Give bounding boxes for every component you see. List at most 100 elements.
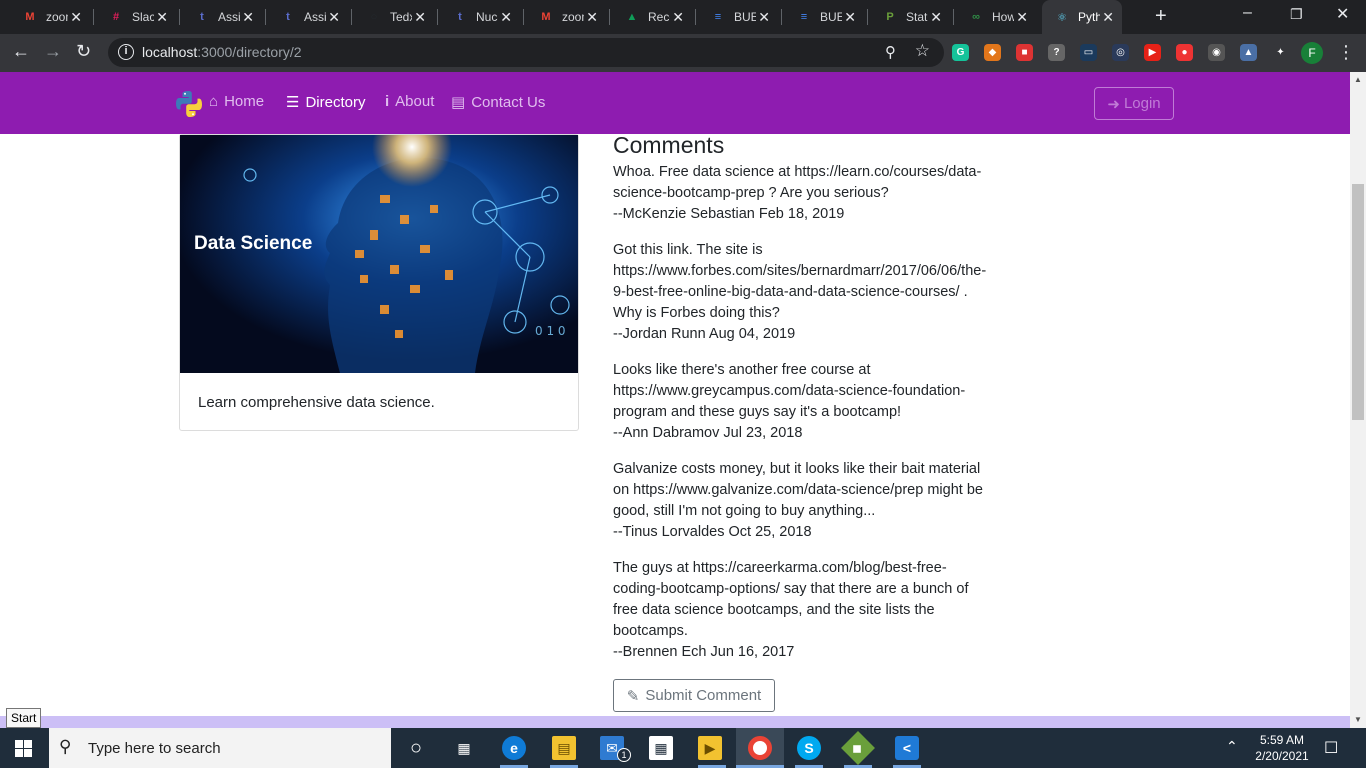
browser-tab[interactable]: ○ Tedx✕ xyxy=(354,0,434,34)
browser-tab[interactable]: Mzoom✕ xyxy=(10,0,90,34)
browser-tab[interactable]: Mzoom✕ xyxy=(526,0,606,34)
browser-tab[interactable]: t Assignment✕ xyxy=(268,0,348,34)
forward-button[interactable]: → xyxy=(44,41,62,62)
tab-close-icon[interactable]: ✕ xyxy=(758,9,770,26)
browser-tab[interactable]: ▲ Recent✕ xyxy=(612,0,692,34)
bookmark-star-icon[interactable]: ☆ xyxy=(915,41,930,61)
tab-close-icon[interactable]: ✕ xyxy=(672,9,684,26)
puzzle-icon[interactable]: ✦ xyxy=(1272,44,1289,61)
tab-title: Assignment xyxy=(218,10,240,24)
notifications-icon[interactable]: ☐ xyxy=(1324,738,1338,758)
login-button[interactable]: ➜ Login xyxy=(1094,87,1174,120)
page-scrollbar[interactable]: ▲ ▼ xyxy=(1350,72,1366,728)
tray-clock[interactable]: 5:59 AM 2/20/2021 xyxy=(1254,732,1310,764)
metamask-icon[interactable]: ◆ xyxy=(984,44,1001,61)
minimize-button[interactable]: – xyxy=(1243,4,1252,22)
tab-separator xyxy=(953,9,954,25)
nav-directory-link[interactable]: ☰ Directory xyxy=(286,93,365,112)
tray-time: 5:59 AM xyxy=(1259,733,1305,747)
extension-search-icon[interactable]: ◎ xyxy=(1112,44,1129,61)
sign-in-icon: ➜ xyxy=(1107,95,1120,113)
file-explorer-icon[interactable]: ▤ xyxy=(552,736,576,760)
comment-byline: --Brennen Ech Jun 16, 2017 xyxy=(613,644,795,660)
tab-title: zoom xyxy=(562,10,584,24)
browser-tab[interactable]: t Assignment✕ xyxy=(182,0,262,34)
tab-close-icon[interactable]: ✕ xyxy=(70,9,82,26)
new-tab-button[interactable]: + xyxy=(1155,5,1167,28)
extension-drive-icon[interactable]: ▲ xyxy=(1240,44,1257,61)
tab-close-icon[interactable]: ✕ xyxy=(844,9,856,26)
task-view-icon[interactable]: ▦ xyxy=(452,736,476,760)
card-image-title: Data Science xyxy=(194,233,313,254)
tab-close-icon[interactable]: ✕ xyxy=(414,9,426,26)
tab-separator xyxy=(609,9,610,25)
tab-close-icon[interactable]: ✕ xyxy=(586,9,598,26)
vscode-icon[interactable]: < xyxy=(895,736,919,760)
taskbar-search-box[interactable]: ⚲ Type here to search xyxy=(49,728,391,768)
store-icon[interactable]: ▦ xyxy=(649,736,673,760)
windows-start-icon[interactable] xyxy=(15,740,32,757)
tab-close-icon[interactable]: ✕ xyxy=(930,9,942,26)
tab-close-icon[interactable]: ✕ xyxy=(242,9,254,26)
edge-icon[interactable]: e xyxy=(502,736,526,760)
browser-tab[interactable]: ⚛ Python✕ xyxy=(1042,0,1122,34)
home-icon: ⌂ xyxy=(209,93,219,110)
browser-menu-icon[interactable]: ⋮ xyxy=(1337,42,1355,63)
nav-contact-link[interactable]: ▤ Contact Us xyxy=(451,93,545,112)
tab-close-icon[interactable]: ✕ xyxy=(1016,9,1028,26)
python-logo-icon[interactable] xyxy=(174,89,204,119)
card-description: Learn comprehensive data science. xyxy=(198,394,435,411)
nav-home-label: Home xyxy=(224,93,265,110)
skype-icon[interactable]: S xyxy=(797,736,821,760)
tab-close-icon[interactable]: ✕ xyxy=(156,9,168,26)
slack-icon: # xyxy=(112,11,120,23)
browser-tab[interactable]: # Slack✕ xyxy=(96,0,176,34)
extension-red-icon[interactable]: ■ xyxy=(1016,44,1033,61)
tab-close-icon[interactable]: ✕ xyxy=(328,9,340,26)
github-icon: ○ xyxy=(370,11,378,23)
extension-record-icon[interactable]: ● xyxy=(1176,44,1193,61)
youtube-icon[interactable]: ▶ xyxy=(1144,44,1161,61)
extension-help-icon[interactable]: ? xyxy=(1048,44,1065,61)
tab-close-icon[interactable]: ✕ xyxy=(500,9,512,26)
browser-tab[interactable]: P Static✕ xyxy=(870,0,950,34)
nav-about-link[interactable]: i About xyxy=(385,93,434,110)
cortana-icon[interactable]: ○ xyxy=(404,736,428,760)
search-icon: ⚲ xyxy=(59,737,72,756)
browser-tab[interactable]: t Nucamp✕ xyxy=(440,0,520,34)
slides-app-icon[interactable]: ▶ xyxy=(698,736,722,760)
footer-strip xyxy=(0,716,1350,728)
close-window-button[interactable]: ✕ xyxy=(1336,4,1349,24)
data-science-image: 0 1 0 Data Science xyxy=(180,135,578,373)
address-card-icon: ▤ xyxy=(451,94,466,111)
browser-tab[interactable]: ∞ How ✕ xyxy=(956,0,1036,34)
tray-chevron-up-icon[interactable]: ⌃ xyxy=(1226,738,1238,755)
extension-blue-icon[interactable]: ▭ xyxy=(1080,44,1097,61)
reload-button[interactable]: ↻ xyxy=(76,41,91,62)
site-info-icon[interactable]: i xyxy=(118,44,134,60)
start-tooltip: Start xyxy=(6,708,42,728)
extension-target-icon[interactable]: ◉ xyxy=(1208,44,1225,61)
grammarly-icon[interactable]: G xyxy=(952,44,969,61)
browser-tab[interactable]: ≡ BUE ✕ xyxy=(784,0,864,34)
nav-home-link[interactable]: ⌂ Home xyxy=(209,93,264,110)
back-button[interactable]: ← xyxy=(12,41,30,62)
windows-taskbar: ⚲ Type here to search ○ ▦ e ▤ ✉ 1 ▦ ▶ S … xyxy=(0,728,1366,768)
browser-tab[interactable]: ≡ BUE ✕ xyxy=(698,0,778,34)
restore-button[interactable]: ❐ xyxy=(1290,6,1303,23)
thinkful-icon: t xyxy=(286,11,290,23)
profile-avatar[interactable]: F xyxy=(1301,42,1323,64)
page-viewport: ⌂ Home ☰ Directory i About ▤ Contact Us … xyxy=(0,72,1350,728)
address-bar[interactable]: i localhost:3000/directory/2 ⚲ ☆ xyxy=(108,38,944,67)
comment-text-line: Looks like there's another free course a… xyxy=(613,362,871,378)
scroll-up-arrow-icon[interactable]: ▲ xyxy=(1354,75,1362,84)
info-icon: i xyxy=(385,93,390,110)
url-text[interactable]: localhost:3000/directory/2 xyxy=(142,44,302,60)
scrollbar-thumb[interactable] xyxy=(1352,184,1364,420)
zoom-icon[interactable]: ⚲ xyxy=(885,43,896,61)
scroll-down-arrow-icon[interactable]: ▼ xyxy=(1354,715,1362,724)
pycharm-app-icon[interactable]: ◆ xyxy=(841,731,875,765)
submit-comment-button[interactable]: ✎ Submit Comment xyxy=(613,679,775,712)
chrome-icon[interactable] xyxy=(748,736,772,760)
tab-close-icon[interactable]: ✕ xyxy=(1102,9,1114,26)
